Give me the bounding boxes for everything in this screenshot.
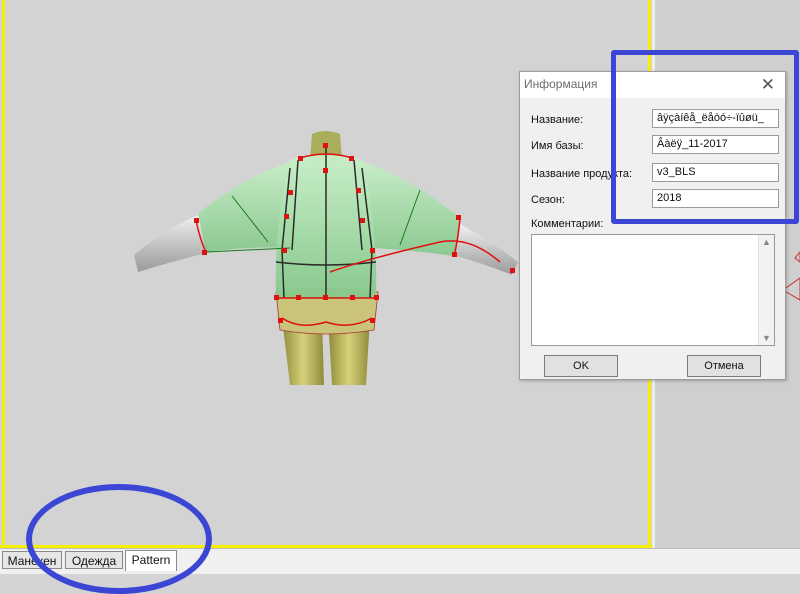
base-name-label: Имя базы: xyxy=(531,140,584,152)
dialog-title: Информация xyxy=(524,77,598,91)
scroll-down-icon[interactable]: ▼ xyxy=(762,333,771,343)
cancel-button[interactable]: Отмена xyxy=(687,355,761,377)
scroll-up-icon[interactable]: ▲ xyxy=(762,237,771,247)
right-sleeve-cuff xyxy=(452,222,518,275)
highlight-ellipse xyxy=(26,484,212,594)
comments-scrollbar[interactable]: ▲ ▼ xyxy=(758,235,774,345)
highlight-rectangle xyxy=(611,50,799,224)
ok-button[interactable]: OK xyxy=(544,355,618,377)
comments-textarea[interactable]: ▲ ▼ xyxy=(531,234,775,346)
season-label: Сезон: xyxy=(531,194,565,206)
comments-label: Комментарии: xyxy=(531,218,604,230)
name-label: Название: xyxy=(531,114,584,126)
